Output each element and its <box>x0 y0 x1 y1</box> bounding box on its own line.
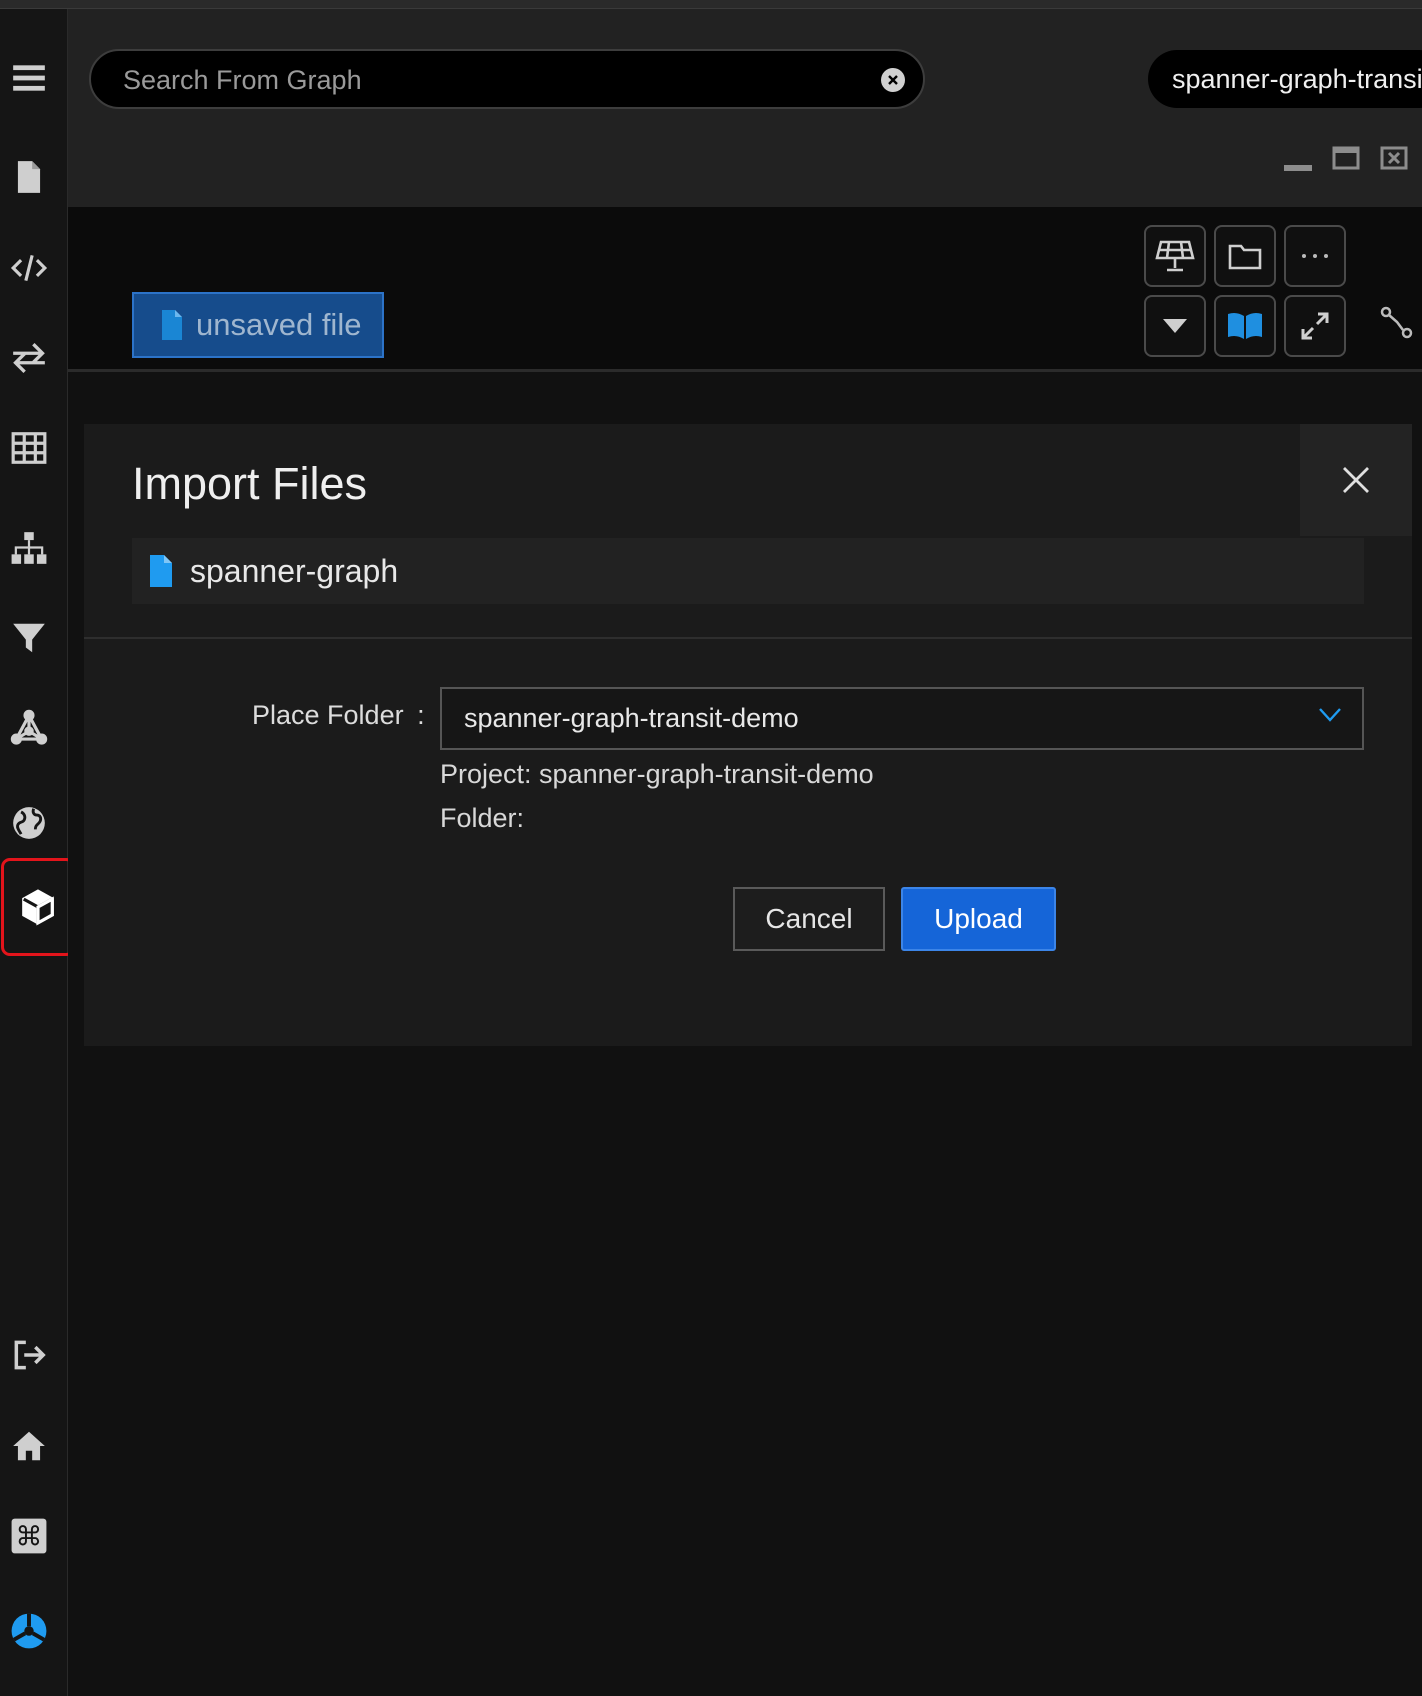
dropdown-button[interactable] <box>1144 295 1206 357</box>
expand-icon <box>1301 312 1329 340</box>
transfer-icon[interactable] <box>4 333 54 383</box>
more-icon <box>1302 254 1328 258</box>
folder-info: Folder: <box>440 803 525 833</box>
dialog-close-button[interactable] <box>1300 424 1412 536</box>
cancel-button[interactable]: Cancel <box>733 887 885 951</box>
place-folder-label-text: Place Folder <box>252 700 404 730</box>
close-window-icon[interactable] <box>1380 146 1408 175</box>
place-folder-value: spanner-graph-transit-demo <box>464 703 799 733</box>
logo-icon[interactable] <box>4 1606 54 1656</box>
hierarchy-icon[interactable] <box>4 523 54 573</box>
expand-button[interactable] <box>1284 295 1346 357</box>
dialog-title: Import Files <box>132 458 368 509</box>
search-input[interactable] <box>121 51 865 109</box>
file-tab[interactable]: unsaved file <box>132 292 384 358</box>
upload-button[interactable]: Upload <box>901 887 1056 951</box>
solar-panel-icon <box>1155 240 1195 272</box>
folder-icon <box>1228 244 1262 270</box>
search-bar <box>89 49 925 109</box>
logout-icon[interactable] <box>4 1330 54 1380</box>
maximize-icon[interactable] <box>1332 146 1360 175</box>
book-icon <box>1228 312 1262 339</box>
file-tab-label: unsaved file <box>196 307 362 342</box>
code-icon[interactable] <box>4 243 54 293</box>
cube-icon[interactable] <box>1 858 75 956</box>
place-folder-label: Place Folder : <box>252 700 425 731</box>
close-icon <box>1343 467 1369 493</box>
book-button[interactable] <box>1214 295 1276 357</box>
dashboard-button[interactable] <box>1144 225 1206 287</box>
place-folder-select[interactable]: spanner-graph-transit-demo <box>440 687 1364 750</box>
file-tab-icon <box>162 310 182 340</box>
sidebar: ⌘ <box>0 9 75 1696</box>
table-icon[interactable] <box>4 423 54 473</box>
graph-network-icon[interactable] <box>4 703 54 753</box>
file-icon[interactable] <box>4 152 54 202</box>
command-icon[interactable]: ⌘ <box>4 1511 54 1561</box>
project-info: Project: spanner-graph-transit-demo <box>440 759 874 789</box>
project-selector[interactable]: spanner-graph-transit-demo <box>1148 50 1422 108</box>
globe-icon[interactable] <box>4 798 54 848</box>
more-options-button[interactable] <box>1284 225 1346 287</box>
minimize-icon[interactable] <box>1284 160 1314 178</box>
filter-icon[interactable] <box>4 613 54 663</box>
home-icon[interactable] <box>4 1421 54 1471</box>
menu-icon[interactable] <box>4 53 54 103</box>
place-folder-colon: : <box>417 700 425 730</box>
open-folder-button[interactable] <box>1214 225 1276 287</box>
caret-down-icon <box>1163 319 1187 333</box>
chevron-down-icon <box>1319 708 1341 722</box>
import-file-item: spanner-graph <box>132 538 1364 604</box>
top-border <box>0 0 1422 9</box>
clear-search-icon[interactable] <box>881 68 905 92</box>
svg-text:⌘: ⌘ <box>16 1522 43 1553</box>
dialog-divider <box>84 637 1412 639</box>
route-icon[interactable] <box>1380 306 1414 345</box>
import-file-name: spanner-graph <box>190 552 399 589</box>
file-icon <box>150 555 172 587</box>
